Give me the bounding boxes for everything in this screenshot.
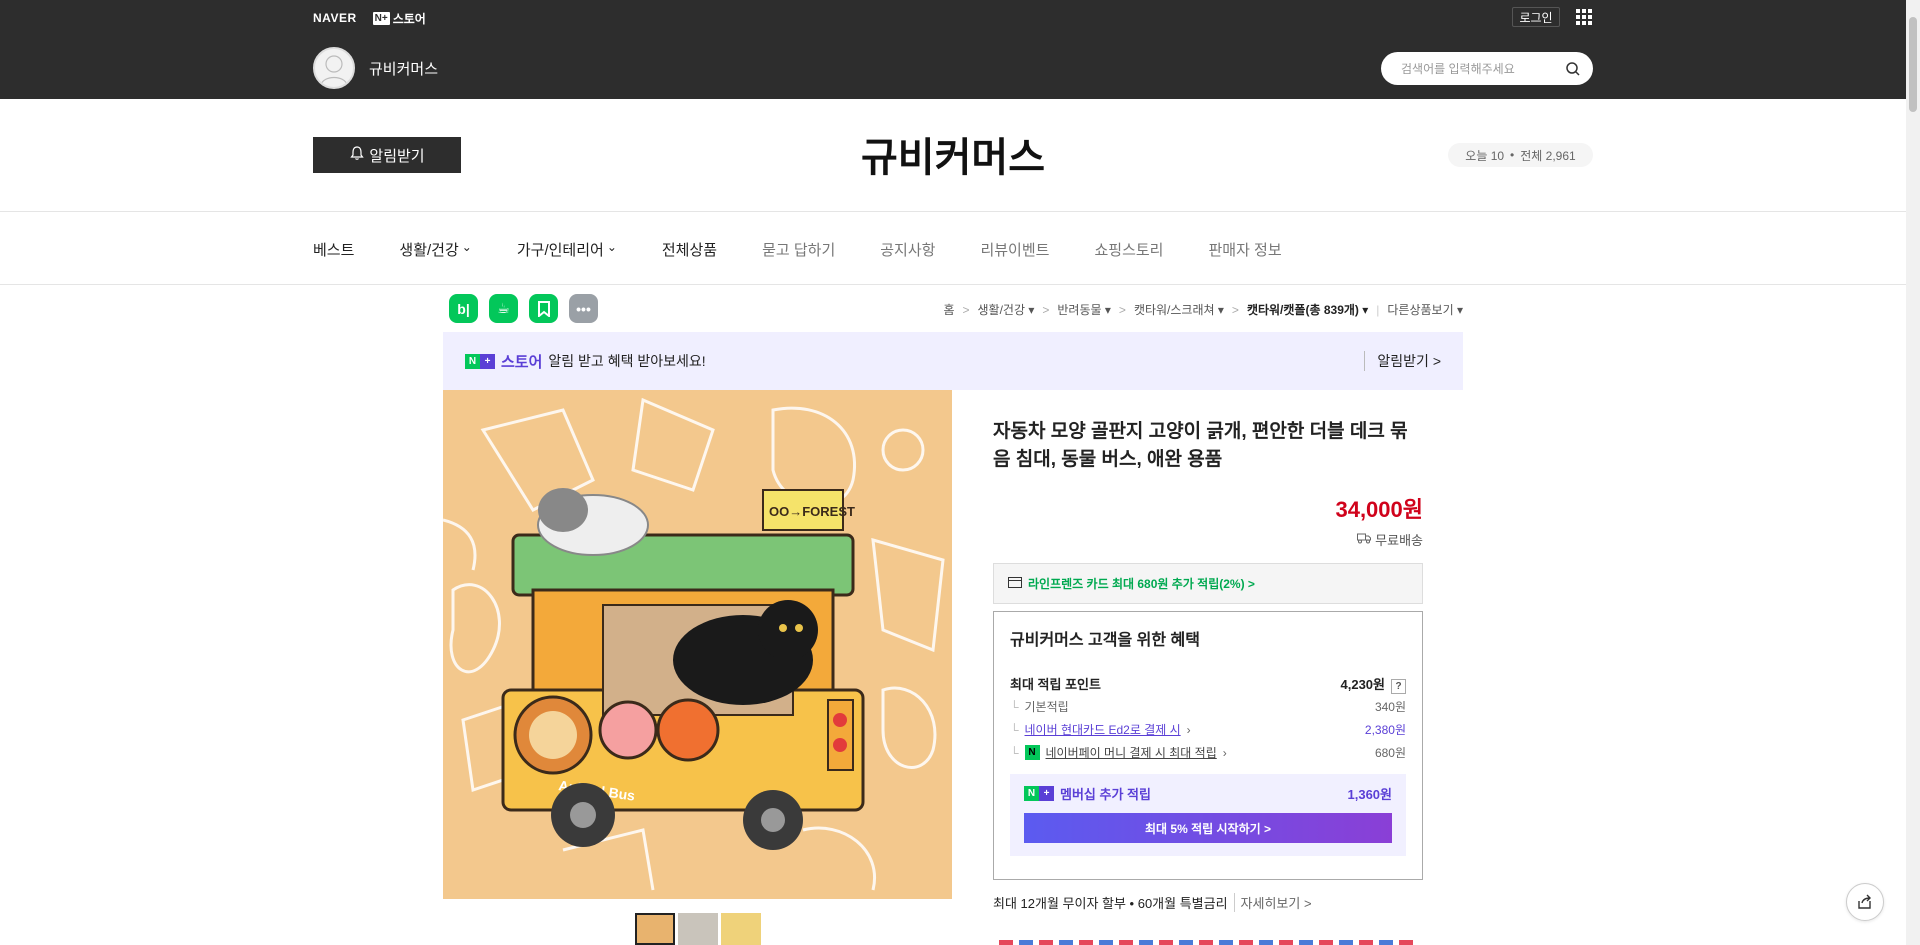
card-promo-box[interactable]: 라인프렌즈 카드 최대 680원 추가 적립(2%) > — [993, 563, 1423, 604]
notification-banner: N + 스토어 알림 받고 혜택 받아보세요! 알림받기 > — [443, 332, 1463, 390]
npay-points-row: └ N 네이버페이 머니 결제 시 최대 적립 › 680원 — [1010, 744, 1406, 761]
basic-points-row: └ 기본적립 340원 — [1010, 699, 1406, 715]
banner-text: 알림 받고 혜택 받아보세요! — [548, 353, 706, 369]
truck-icon — [1357, 532, 1372, 547]
store-profile[interactable]: 규비커머스 — [313, 47, 438, 89]
breadcrumb-category-1[interactable]: 생활/건강 ▾ — [978, 301, 1035, 318]
top-logos: NAVER N+ 스토어 — [313, 8, 426, 28]
breadcrumb: 홈 > 생활/건강 ▾ > 반려동물 ▾ > 캣타워/스크래쳐 ▾ > 캣타워/… — [943, 301, 1463, 318]
search-icon[interactable] — [1565, 61, 1581, 77]
thumbnail-strip — [635, 913, 761, 945]
search-box — [1381, 52, 1593, 85]
scrollbar-thumb[interactable] — [1909, 17, 1917, 112]
card-points-row: └ 네이버 현대카드 Ed2로 결제 시 › 2,380원 — [1010, 721, 1406, 738]
global-top-bar: NAVER N+ 스토어 로그인 규비커머스 — [0, 0, 1906, 99]
search-input[interactable] — [1401, 61, 1561, 76]
breadcrumb-category-4[interactable]: 캣타워/캣폴(총 839개) ▾ — [1247, 301, 1368, 318]
benefit-title: 규비커머스 고객을 위한 혜택 — [1010, 632, 1200, 649]
product-title: 자동차 모양 골판지 고양이 긁개, 편안한 더블 데크 묶음 침대, 동물 버… — [993, 421, 1408, 470]
banner-subscribe-link[interactable]: 알림받기 > — [1364, 351, 1441, 371]
store-name: 규비커머스 — [369, 60, 439, 78]
svg-text:OO→FOREST: OO→FOREST — [769, 504, 855, 519]
card-promo-text: 라인프렌즈 카드 최대 680원 추가 적립(2%) > — [1028, 577, 1255, 591]
nav-item[interactable]: 쇼핑스토리 — [1094, 239, 1163, 260]
store-header: 알림받기 규비커머스 오늘 10 • 전체 2,961 — [0, 99, 1906, 212]
breadcrumb-category-3[interactable]: 캣타워/스크래쳐 ▾ — [1134, 301, 1224, 318]
visit-today: 오늘 10 — [1465, 148, 1505, 163]
max-points-value: 4,230원 — [1340, 676, 1386, 692]
thumbnail[interactable] — [678, 913, 718, 945]
store-brand-text: 스토어 — [392, 11, 426, 26]
thumbnail[interactable] — [635, 913, 675, 945]
card-points-link[interactable]: 네이버 현대카드 Ed2로 결제 시 — [1025, 721, 1181, 738]
nav-item[interactable]: 묻고 답하기 — [762, 239, 835, 260]
product-price: 34,000원 — [1335, 497, 1423, 522]
nav-item[interactable]: 리뷰이벤트 — [980, 239, 1049, 260]
blog-icon[interactable]: b| — [449, 294, 478, 323]
share-icon[interactable] — [1846, 883, 1884, 921]
chevron-down-icon: ⌄ — [461, 239, 472, 254]
chevron-down-icon: ⌄ — [606, 239, 617, 254]
cafe-icon[interactable]: ☕ — [489, 294, 518, 323]
login-button[interactable]: 로그인 — [1512, 7, 1560, 27]
nav-item[interactable]: 가구/인테리어 ⌄ — [517, 239, 617, 260]
category-nav: 베스트 생활/건강 ⌄ 가구/인테리어 ⌄ 전체상품 묻고 답하기 공지사항 리뷰이벤트 쇼핑스토… — [0, 212, 1906, 285]
nav-item[interactable]: 베스트 — [313, 239, 354, 260]
thumbnail[interactable] — [721, 913, 761, 945]
more-icon[interactable]: ••• — [569, 294, 598, 323]
product-info: 자동차 모양 골판지 고양이 긁개, 편안한 더블 데크 묶음 침대, 동물 버… — [993, 418, 1423, 604]
visit-count: 오늘 10 • 전체 2,961 — [1448, 143, 1593, 167]
nav-item[interactable]: 생활/건강 ⌄ — [399, 239, 471, 260]
credit-card-icon — [1008, 576, 1022, 591]
naver-store-logo[interactable]: N+ 스토어 — [372, 10, 426, 27]
nav-list: 베스트 생활/건강 ⌄ 가구/인테리어 ⌄ 전체상품 묻고 답하기 공지사항 리뷰이벤트 쇼핑스토… — [313, 239, 1327, 260]
membership-value: 1,360원 — [1347, 787, 1393, 802]
shipping-info: 무료배송 — [993, 530, 1423, 549]
npay-points-link[interactable]: 네이버페이 머니 결제 시 최대 적립 — [1046, 744, 1217, 761]
decorative-stripe — [999, 940, 1419, 945]
page-scrollbar[interactable] — [1906, 0, 1920, 945]
nav-item[interactable]: 전체상품 — [662, 239, 717, 260]
banner-brand: 스토어 — [501, 353, 543, 371]
sub-bar: b| ☕ ••• 홈 > 생활/건강 ▾ > 반려동물 ▾ > 캣타워/스크래쳐 ▾… — [449, 294, 1463, 324]
share-icons: b| ☕ ••• — [449, 294, 598, 323]
installment-info: 최대 12개월 무이자 할부 • 60개월 특별금리 자세히보기 > — [993, 893, 1312, 912]
nplus-badge: N+ — [372, 11, 390, 25]
breadcrumb-category-2[interactable]: 반려동물 ▾ — [1057, 301, 1111, 318]
benefit-box: 규비커머스 고객을 위한 혜택 최대 적립 포인트 4,230원? └ 기본적립 … — [993, 611, 1423, 880]
nplus-logo: N + — [1024, 786, 1054, 801]
nplus-logo: N + — [465, 353, 495, 369]
membership-box: N + 멤버십 추가 적립 1,360원 최대 5% 적립 시작하기 > — [1010, 774, 1406, 856]
bookmark-icon[interactable] — [529, 294, 558, 323]
visit-total: 전체 2,961 — [1520, 148, 1576, 163]
product-main-image[interactable]: Animal Bus OO→FOREST — [443, 390, 952, 899]
breadcrumb-home[interactable]: 홈 — [943, 301, 954, 318]
avatar — [313, 47, 355, 89]
nav-item[interactable]: 판매자 정보 — [1208, 239, 1281, 260]
membership-start-button[interactable]: 최대 5% 적립 시작하기 > — [1024, 813, 1392, 843]
help-icon[interactable]: ? — [1391, 678, 1406, 694]
store-title[interactable]: 규비커머스 — [0, 125, 1906, 183]
grid-icon[interactable] — [1576, 9, 1592, 25]
membership-label: 멤버십 추가 적립 — [1060, 787, 1151, 802]
nav-item[interactable]: 공지사항 — [880, 239, 935, 260]
other-products-link[interactable]: 다른상품보기 ▾ — [1387, 301, 1463, 318]
max-points-row: 최대 적립 포인트 4,230원? — [1010, 672, 1406, 695]
naver-logo[interactable]: NAVER — [313, 11, 357, 25]
npay-icon: N — [1024, 745, 1040, 760]
installment-detail-link[interactable]: 자세히보기 > — [1233, 893, 1312, 912]
